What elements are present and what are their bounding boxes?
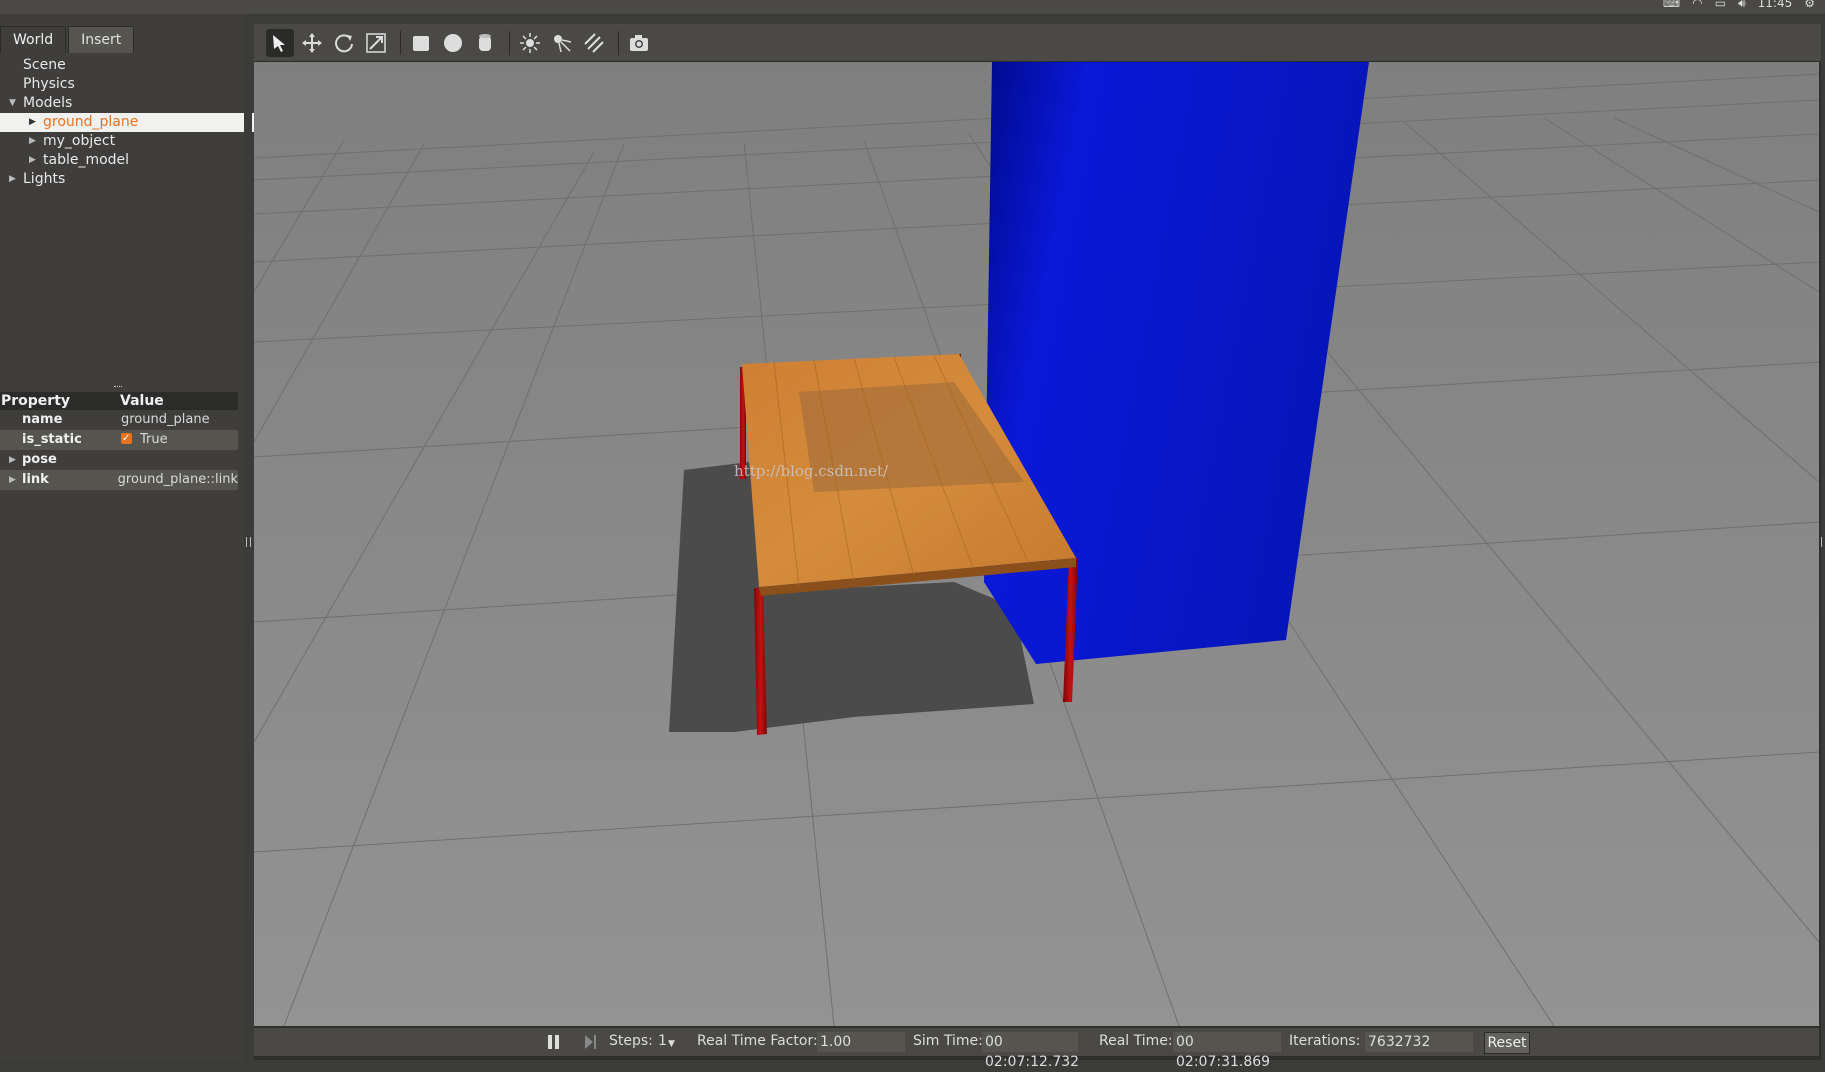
toolbar-separator xyxy=(509,30,510,55)
select-tool-icon[interactable] xyxy=(266,28,294,57)
steps-label: Steps: xyxy=(609,1033,653,1049)
scene-render: http://blog.csdn.net/ xyxy=(254,62,1819,1026)
step-forward-icon xyxy=(585,1035,596,1049)
directional-light-icon[interactable] xyxy=(580,29,608,57)
collapsed-arrow-icon[interactable]: ▶ xyxy=(29,132,36,151)
status-bar: Steps: 1 ▼ Real Time Factor: 1.00 Sim Ti… xyxy=(254,1028,1819,1070)
collapsed-arrow-icon[interactable]: ▶ xyxy=(9,170,16,189)
point-light-icon[interactable] xyxy=(516,29,544,57)
iterations-label: Iterations: xyxy=(1289,1033,1361,1049)
real-time-field: 00 02:07:31.869 xyxy=(1173,1032,1281,1070)
cylinder-shape-icon[interactable] xyxy=(471,29,499,57)
property-key: link xyxy=(22,472,49,487)
world-tree: Scene Physics ▼ Models ▶ ground_plane ▶ … xyxy=(0,56,279,189)
tree-item-lights[interactable]: ▶ Lights xyxy=(0,170,240,189)
property-value: ground_plane::link xyxy=(117,472,238,487)
splitter-handle[interactable] xyxy=(114,386,122,390)
tree-item-table-model[interactable]: ▶ table_model xyxy=(0,151,240,170)
tree-item-models[interactable]: ▼ Models xyxy=(0,94,240,113)
collapsed-arrow-icon[interactable]: ▶ xyxy=(9,470,16,490)
property-key: pose xyxy=(22,452,57,467)
tree-item-label: ground_plane xyxy=(43,114,139,130)
scale-tool-icon[interactable] xyxy=(362,29,390,57)
camera-icon[interactable] xyxy=(625,29,653,57)
translate-tool-icon[interactable] xyxy=(298,29,326,57)
collapsed-arrow-icon[interactable]: ▶ xyxy=(9,450,16,470)
iterations-field: 7632732 xyxy=(1365,1032,1473,1052)
property-row-name[interactable]: name ground_plane xyxy=(0,410,238,430)
header-property: Property xyxy=(1,393,71,409)
clock[interactable]: 11:45 xyxy=(1758,0,1793,11)
property-key: is_static xyxy=(22,432,82,447)
header-value: Value xyxy=(120,393,164,409)
tree-item-label: my_object xyxy=(43,133,116,149)
battery-icon[interactable]: ▭ xyxy=(1715,0,1726,11)
right-splitter-grip-icon[interactable] xyxy=(1821,537,1824,547)
watermark: http://blog.csdn.net/ xyxy=(734,462,889,480)
expanded-arrow-icon[interactable]: ▼ xyxy=(9,94,16,113)
tree-item-my-object[interactable]: ▶ my_object xyxy=(0,132,240,151)
splitter-grip-icon[interactable] xyxy=(246,537,251,547)
pause-icon-bar xyxy=(555,1035,559,1049)
box-shape-icon[interactable] xyxy=(407,29,435,57)
property-row-link[interactable]: ▶ link ground_plane::link xyxy=(0,470,238,490)
spot-light-icon[interactable] xyxy=(548,29,576,57)
sim-time-label: Sim Time: xyxy=(913,1033,983,1049)
real-time-label: Real Time: xyxy=(1099,1033,1173,1049)
volume-icon[interactable]: 🔊︎ xyxy=(1738,0,1746,11)
reset-button[interactable]: Reset xyxy=(1484,1032,1530,1054)
pause-icon xyxy=(548,1035,552,1049)
property-key-cell: ▶ link xyxy=(0,470,115,490)
tree-item-label: table_model xyxy=(43,152,130,168)
tree-item-ground-plane[interactable]: ▶ ground_plane xyxy=(0,113,279,132)
chevron-down-icon[interactable]: ▼ xyxy=(668,1039,675,1049)
gear-icon[interactable]: ⚙ xyxy=(1804,0,1815,11)
system-top-bar: ⌨ ◠ ▭ 🔊︎ 11:45 ⚙ xyxy=(0,0,1825,14)
sim-time-field: 00 02:07:12.732 xyxy=(982,1032,1079,1070)
tree-item-physics[interactable]: Physics xyxy=(0,75,240,94)
property-key-cell: ▶ pose xyxy=(0,450,118,470)
keyboard-icon[interactable]: ⌨ xyxy=(1663,0,1680,11)
tree-item-label: Scene xyxy=(23,57,66,73)
property-row-is-static[interactable]: is_static True xyxy=(0,429,238,450)
collapsed-arrow-icon[interactable]: ▶ xyxy=(29,113,36,132)
toolbar xyxy=(254,24,1821,62)
toolbar-separator xyxy=(618,30,619,55)
rotate-tool-icon[interactable] xyxy=(330,29,358,57)
step-button[interactable] xyxy=(585,1035,597,1053)
viewport-container: http://blog.csdn.net/ Steps: 1 ▼ Real Ti… xyxy=(254,24,1821,1070)
sphere-shape-icon[interactable] xyxy=(439,29,467,57)
is-static-checkbox[interactable] xyxy=(121,429,132,449)
property-key: name xyxy=(22,412,63,427)
property-table: Property Value name ground_plane is_stat… xyxy=(0,392,238,490)
wifi-icon[interactable]: ◠ xyxy=(1692,0,1702,11)
tree-item-label: Models xyxy=(23,95,73,111)
tab-world[interactable]: World xyxy=(0,26,67,53)
toolbar-separator xyxy=(400,30,401,55)
property-row-pose[interactable]: ▶ pose xyxy=(0,450,238,470)
property-value[interactable]: ground_plane xyxy=(118,410,210,430)
steps-value[interactable]: 1 xyxy=(658,1033,667,1049)
collapsed-arrow-icon[interactable]: ▶ xyxy=(29,151,36,170)
rtf-field: 1.00 xyxy=(817,1032,905,1052)
property-value xyxy=(118,450,121,470)
property-table-header: Property Value xyxy=(0,392,238,410)
panel-tabs: World Insert xyxy=(0,26,136,53)
system-tray: ⌨ ◠ ▭ 🔊︎ 11:45 ⚙ xyxy=(1663,0,1815,11)
left-panel: World Insert Scene Physics ▼ Models ▶ gr… xyxy=(0,14,279,1062)
rtf-label: Real Time Factor: xyxy=(697,1033,818,1049)
tab-insert[interactable]: Insert xyxy=(68,26,135,53)
pause-button[interactable] xyxy=(548,1035,560,1049)
3d-viewport[interactable]: http://blog.csdn.net/ xyxy=(254,62,1819,1026)
tree-item-label: Lights xyxy=(23,171,66,187)
property-value-cell[interactable]: True xyxy=(118,429,168,450)
property-value: True xyxy=(140,432,168,447)
tree-item-scene[interactable]: Scene xyxy=(0,56,240,75)
tree-item-label: Physics xyxy=(23,76,75,92)
